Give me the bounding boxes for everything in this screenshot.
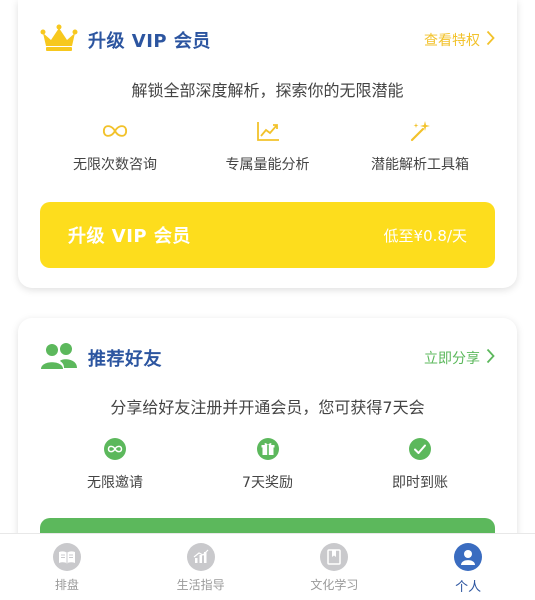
check-circle-icon (407, 436, 433, 462)
chevron-right-icon (486, 30, 495, 50)
vip-feature-label: 专属量能分析 (225, 157, 310, 173)
vip-card-title: 升级 VIP 会员 (88, 31, 211, 52)
tab-label: 文化学习 (310, 578, 359, 592)
infinity-circle-icon (102, 436, 128, 462)
referral-feature-label: 即时到账 (392, 475, 448, 491)
view-privileges-label: 查看特权 (424, 33, 480, 49)
vip-feature-label: 潜能解析工具箱 (371, 157, 469, 173)
book-icon (52, 543, 81, 571)
referral-features: 无限邀请 7天奖励 即时到账 (40, 436, 495, 492)
tab-label: 个人 (455, 580, 482, 595)
trend-chart-icon (255, 118, 281, 144)
crown-icon (40, 24, 78, 56)
upgrade-vip-label: 升级 VIP 会员 (68, 226, 191, 247)
referral-feature-unlimited: 无限邀请 (40, 436, 190, 492)
vip-feature-label: 无限次数咨询 (73, 157, 157, 173)
share-now-label: 立即分享 (424, 351, 480, 367)
infinity-icon (102, 118, 128, 144)
referral-card-subtitle: 分享给好友注册并开通会员，您可获得7天会 (110, 398, 425, 417)
tab-profile[interactable]: 个人 (401, 534, 535, 600)
vip-price: 低至¥0.8/天 (383, 226, 467, 245)
gift-icon (255, 436, 281, 462)
vip-feature-toolbox: 潜能解析工具箱 (345, 118, 495, 174)
bottom-tab-bar: 排盘 生活指导 文化学习 个人 (0, 533, 535, 600)
vip-feature-unlimited: 无限次数咨询 (40, 118, 190, 174)
tab-label: 排盘 (54, 578, 79, 592)
vip-features: 无限次数咨询 专属量能分析 潜能解析工具箱 (40, 118, 495, 174)
upgrade-vip-button[interactable]: 升级 VIP 会员 低至¥0.8/天 (40, 202, 495, 268)
referral-feature-label: 7天奖励 (242, 475, 293, 491)
chart-icon (186, 543, 215, 571)
chevron-right-icon (486, 348, 495, 368)
referral-feature-instant: 即时到账 (345, 436, 495, 492)
bookmark-icon (320, 543, 349, 571)
magic-wand-icon (407, 118, 433, 144)
vip-card: 升级 VIP 会员 查看特权 解锁全部深度解析，探索你的无限潜能 无限次数咨询 … (18, 0, 517, 288)
users-icon (40, 342, 78, 374)
vip-feature-analysis: 专属量能分析 (193, 118, 343, 174)
vip-card-header: 升级 VIP 会员 查看特权 (40, 20, 495, 60)
vip-card-subtitle: 解锁全部深度解析，探索你的无限潜能 (131, 81, 404, 100)
share-now-link[interactable]: 立即分享 (424, 348, 495, 368)
referral-card-title: 推荐好友 (88, 349, 162, 370)
tab-culture-study[interactable]: 文化学习 (268, 534, 402, 600)
view-privileges-link[interactable]: 查看特权 (424, 30, 495, 50)
tab-paipan[interactable]: 排盘 (0, 534, 134, 600)
person-icon (454, 543, 483, 571)
referral-card-header: 推荐好友 立即分享 (40, 338, 495, 378)
referral-feature-label: 无限邀请 (87, 475, 143, 491)
referral-feature-reward: 7天奖励 (193, 436, 343, 492)
tab-label: 生活指导 (176, 578, 225, 592)
tab-life-guide[interactable]: 生活指导 (134, 534, 268, 600)
